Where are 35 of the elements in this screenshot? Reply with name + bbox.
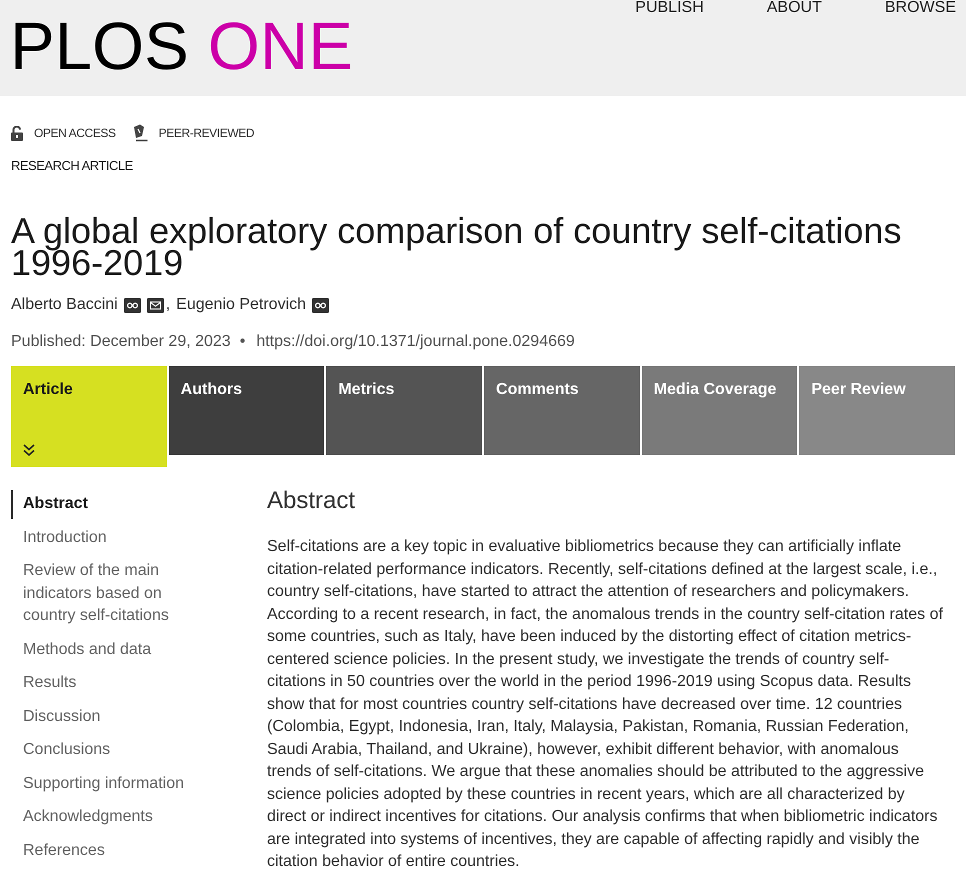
separator-text: , [166, 295, 170, 315]
article-type-label: RESEARCH ARTICLE [11, 158, 133, 174]
nav-link[interactable]: ABOUT [766, 0, 822, 16]
pen-nib-icon [132, 124, 148, 142]
tab[interactable]: Media Coverage [642, 366, 798, 455]
author-link[interactable]: Alberto Baccini [11, 295, 118, 315]
double-chevron-down-icon [23, 444, 35, 456]
sidebar-link[interactable]: Discussion [11, 702, 198, 731]
tab[interactable]: Metrics [326, 366, 482, 455]
sidebar-link[interactable]: References [11, 836, 198, 865]
abstract-paragraph: Self-citations are a key topic in evaluative bibliometrics because they can artificially inflate citation-related performance indicators. Recently, self-citations defined at the largest scale, i.e., country self-citations, have started to attract the attention of researchers and policymakers. According to a recent research, in fact, the anomalous trends in the country self-citation rates of some countries, such as Italy, have been induced by the distorting effect of citation metrics-centered science policies. In the present study, we investigate the trends of country self-citations in 50 countries over the world in the period 1996-2019 using Scopus data. Results show that for most countries country self-citations have decreased over time. 12 countries (Colombia, Egypt, Indonesia, Iran, Italy, Malaysia, Pakistan, Romania, Russian Federation, Saudi Arabia, Thailand, and Ukraine), however, exhibit different behavior, with anomalous trends of self-citations. We argue that these anomalies should be attributed to the aggressive science policies adopted by these countries in recent years, which are all characterized by direct or indirect incentives for citations. Our analysis confirms that when bibliometric indicators are integrated into systems of incentives, they are capable of affecting rapidly and visibly the citation behavior of entire countries. [267, 537, 944, 872]
tab[interactable]: Peer Review [799, 366, 956, 455]
bullet-separator: • [240, 332, 246, 352]
sidebar-link[interactable]: Supporting information [11, 770, 198, 798]
badge-label: OPEN ACCESS [34, 125, 116, 141]
nav-link[interactable]: BROWSE [884, 0, 956, 16]
sidebar-link[interactable]: Review of the main indicators based on country self-citations [11, 557, 198, 630]
plos-one-logo[interactable]: PLOS ONE [0, 0, 353, 80]
sidebar-link[interactable]: Methods and data [11, 636, 198, 664]
sidebar-link[interactable]: Conclusions [11, 736, 198, 764]
author-link[interactable]: Eugenio Petrovich [176, 295, 306, 315]
unlocked-padlock-icon [11, 126, 23, 140]
tab[interactable]: Article [11, 366, 167, 467]
nav-link[interactable]: PUBLISH [635, 0, 704, 16]
doi-link[interactable]: https://doi.org/10.1371/journal.pone.0294669 [256, 332, 575, 352]
publication-date: Published: December 29, 2023 [11, 332, 231, 352]
badge-label: PEER-REVIEWED [158, 125, 254, 141]
sidebar-link[interactable]: Introduction [11, 524, 198, 552]
section-heading: Abstract [267, 487, 356, 515]
tab[interactable]: Comments [484, 366, 640, 455]
tab[interactable]: Authors [168, 366, 324, 455]
sidebar-link[interactable]: Abstract [11, 490, 198, 518]
sidebar-link[interactable]: Results [11, 669, 198, 698]
sidebar-link[interactable]: Acknowledgments [11, 803, 198, 832]
article-title: A global exploratory comparison of country self-citations 1996-2019 [11, 215, 902, 279]
